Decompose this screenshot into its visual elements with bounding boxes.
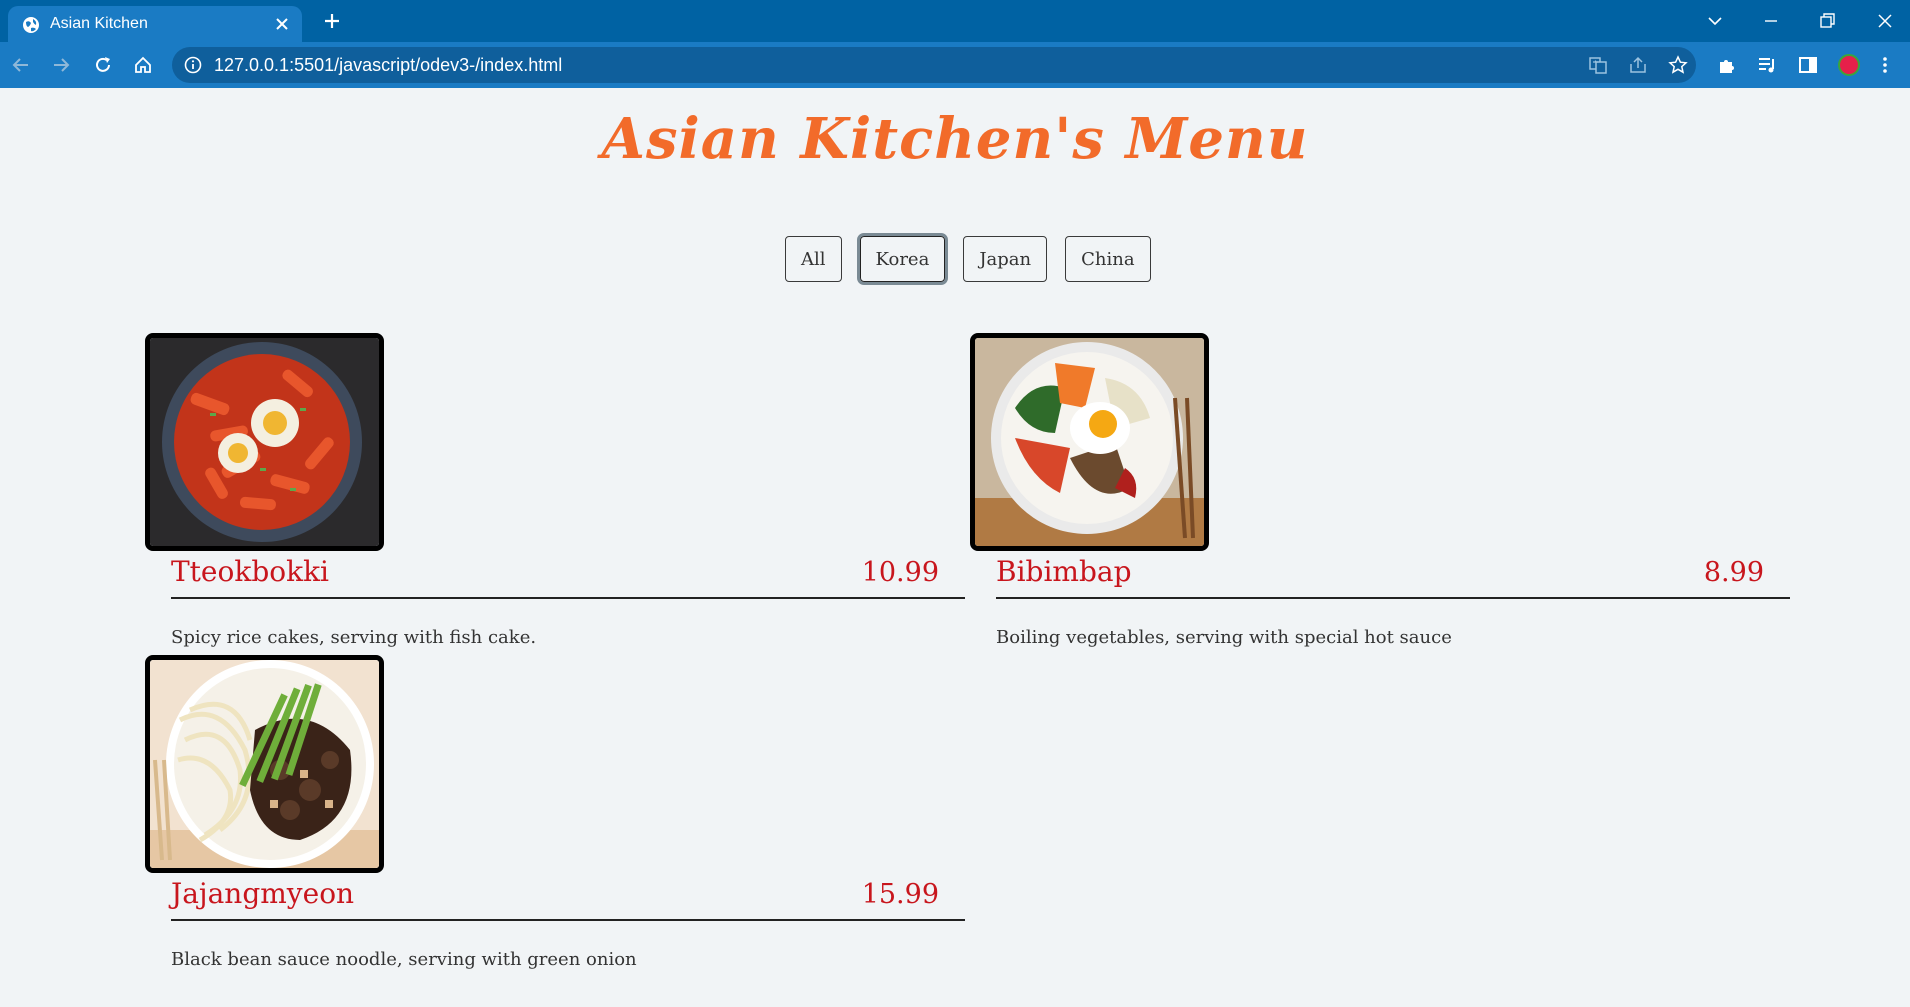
- browser-toolbar: 127.0.0.1:5501/javascript/odev3-/index.h…: [0, 42, 1910, 88]
- menu-item: Bibimbap 8.99 Boiling vegetables, servin…: [970, 333, 1790, 653]
- filter-japan-button[interactable]: Japan: [963, 236, 1048, 282]
- address-bar[interactable]: 127.0.0.1:5501/javascript/odev3-/index.h…: [172, 47, 1696, 83]
- dish-price: 8.99: [1703, 557, 1764, 588]
- side-panel-icon[interactable]: [1797, 54, 1819, 76]
- dish-name: Tteokbokki: [171, 555, 329, 588]
- menu-item: Jajangmyeon 15.99 Black bean sauce noodl…: [145, 655, 965, 975]
- jajangmyeon-photo: [145, 655, 384, 873]
- dish-price: 15.99: [861, 879, 939, 910]
- dish-name: Jajangmyeon: [171, 877, 355, 910]
- url-text[interactable]: 127.0.0.1:5501/javascript/odev3-/index.h…: [214, 55, 562, 76]
- divider: [171, 597, 965, 599]
- share-icon[interactable]: [1628, 55, 1648, 75]
- menu-item: Tteokbokki 10.99 Spicy rice cakes, servi…: [145, 333, 965, 653]
- bookmark-star-icon[interactable]: [1668, 55, 1688, 75]
- filter-korea-button[interactable]: Korea: [856, 233, 949, 285]
- filter-all-button[interactable]: All: [785, 236, 842, 282]
- back-arrow-icon[interactable]: [10, 54, 32, 76]
- restore-icon[interactable]: [1816, 10, 1838, 32]
- page-title: Asian Kitchen's Menu: [601, 106, 1309, 172]
- filter-china-button[interactable]: China: [1065, 236, 1151, 282]
- globe-icon: [23, 17, 39, 33]
- divider: [171, 919, 965, 921]
- kebab-menu-icon[interactable]: [1874, 54, 1896, 76]
- dish-description: Boiling vegetables, serving with special…: [996, 627, 1452, 648]
- browser-tab[interactable]: Asian Kitchen: [8, 6, 302, 42]
- divider: [996, 597, 1790, 599]
- dish-price: 10.99: [861, 557, 939, 588]
- media-queue-icon[interactable]: [1756, 54, 1778, 76]
- tab-search-chevron-icon[interactable]: [1704, 10, 1726, 32]
- close-window-icon[interactable]: [1874, 10, 1896, 32]
- dish-description: Spicy rice cakes, serving with fish cake…: [171, 627, 537, 648]
- site-info-icon[interactable]: [184, 56, 202, 74]
- translate-icon[interactable]: [1588, 55, 1608, 75]
- reload-icon[interactable]: [92, 54, 114, 76]
- category-filters: All Korea Japan China: [785, 233, 1151, 285]
- home-icon[interactable]: [132, 54, 154, 76]
- bibimbap-photo: [970, 333, 1209, 551]
- dish-name: Bibimbap: [996, 555, 1132, 588]
- forward-arrow-icon[interactable]: [50, 54, 72, 76]
- new-tab-icon[interactable]: [322, 11, 342, 31]
- profile-avatar[interactable]: [1838, 54, 1860, 76]
- dish-description: Black bean sauce noodle, serving with gr…: [171, 949, 637, 970]
- page-content: Asian Kitchen's Menu All Korea Japan Chi…: [0, 88, 1910, 1007]
- tteokbokki-photo: [145, 333, 384, 551]
- browser-titlebar: Asian Kitchen: [0, 0, 1910, 42]
- close-tab-icon[interactable]: [274, 16, 290, 32]
- minimize-icon[interactable]: [1760, 10, 1782, 32]
- extensions-puzzle-icon[interactable]: [1716, 54, 1738, 76]
- tab-title: Asian Kitchen: [50, 15, 148, 32]
